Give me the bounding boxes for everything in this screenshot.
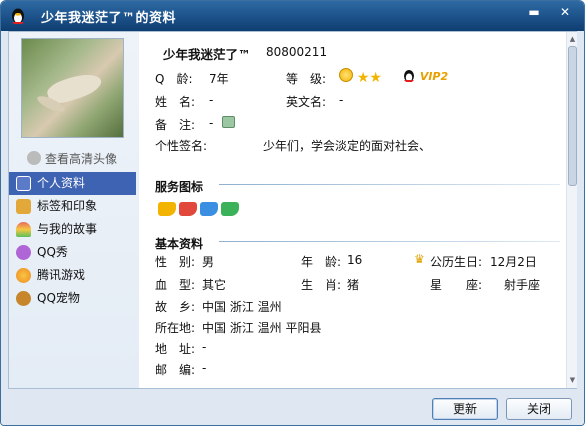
gender-value: 男 [202, 255, 215, 269]
nav-item-label: QQ秀 [37, 245, 68, 259]
english-name-value: - [339, 93, 344, 107]
scroll-down-arrow-icon[interactable]: ▼ [568, 375, 577, 385]
location-value: 中国 浙江 温州 平阳县 [202, 321, 322, 335]
crown-icon: ♛ [414, 252, 425, 266]
title-bar[interactable]: 少年我迷茫了™的资料 ▬ ✕ [1, 1, 584, 31]
address-label: 地 址: [155, 342, 196, 356]
basic-info-heading: 基本资料 [155, 237, 204, 251]
service-badge-icon[interactable] [158, 202, 176, 216]
service-badge-icon[interactable] [221, 202, 239, 216]
vertical-scrollbar[interactable]: ▲ ▼ [566, 32, 577, 388]
rainbow-icon [16, 222, 31, 237]
nav-item-label: 个人资料 [37, 176, 86, 190]
scrollbar-thumb[interactable] [568, 46, 577, 186]
id-card-icon [16, 176, 31, 191]
left-pane: 查看高清头像 个人资料 标签和印象 与我的故事 QQ秀 腾讯游戏 QQ宠物 [9, 32, 139, 388]
english-name-label: 英文名: [286, 95, 327, 109]
vip-badge[interactable]: VIP2 [402, 68, 448, 83]
nav-item-qq-show[interactable]: QQ秀 [9, 241, 136, 264]
sidebar-nav: 个人资料 标签和印象 与我的故事 QQ秀 腾讯游戏 QQ宠物 [9, 172, 136, 310]
name-label: 姓 名: [155, 95, 196, 109]
window-title: 少年我迷茫了™的资料 [41, 11, 177, 26]
zodiac-label: 生 肖: [301, 278, 342, 292]
constellation-value: 射手座 [504, 278, 541, 292]
nav-item-label: 腾讯游戏 [37, 268, 86, 282]
postcode-label: 邮 编: [155, 363, 196, 377]
qage-label: Q 龄: [155, 72, 193, 86]
signature-value: 少年们，学会淡定的面对社会、 [263, 139, 432, 153]
constellation-label: 星 座: [430, 278, 483, 292]
pet-icon [16, 291, 31, 306]
qq-show-icon [16, 245, 31, 260]
nickname: 少年我迷茫了™ [163, 47, 251, 62]
close-button[interactable]: 关闭 [506, 398, 572, 420]
nav-item-label: 标签和印象 [37, 199, 98, 213]
remark-label: 备 注: [155, 118, 196, 132]
age-value: 16 [347, 253, 363, 267]
avatar[interactable] [21, 38, 124, 138]
scroll-up-arrow-icon[interactable]: ▲ [568, 34, 577, 44]
nav-item-games[interactable]: 腾讯游戏 [9, 264, 136, 287]
nav-item-tags[interactable]: 标签和印象 [9, 195, 136, 218]
qq-penguin-icon [12, 8, 24, 24]
edit-remark-icon[interactable] [222, 116, 235, 128]
hometown-label: 故 乡: [155, 300, 196, 314]
section-divider [219, 241, 560, 242]
content-area: 查看高清头像 个人资料 标签和印象 与我的故事 QQ秀 腾讯游戏 QQ宠物 少年… [8, 31, 577, 389]
bottom-bar: 更新 关闭 [1, 390, 584, 425]
sun-level-icon [339, 68, 353, 82]
age-label: 年 龄: [301, 255, 342, 269]
blood-type-label: 血 型: [155, 278, 196, 292]
nav-item-personal-info[interactable]: 个人资料 [9, 172, 136, 195]
refresh-button[interactable]: 更新 [432, 398, 498, 420]
portrait-icon [16, 199, 31, 214]
birthday-value: 12月2日 [490, 255, 537, 269]
nav-item-qq-pet[interactable]: QQ宠物 [9, 287, 136, 310]
nav-item-label: 与我的故事 [37, 222, 98, 236]
service-icons-heading: 服务图标 [155, 180, 204, 194]
remark-value: - [209, 116, 214, 130]
birthday-label: 公历生日: [430, 255, 483, 269]
nav-item-label: QQ宠物 [37, 291, 80, 305]
hometown-value: 中国 浙江 温州 [202, 300, 282, 314]
gender-label: 性 别: [155, 255, 196, 269]
vip-level-text: VIP2 [419, 70, 449, 83]
qage-value: 7年 [209, 72, 229, 86]
star-level-icon: ★ [369, 70, 382, 86]
game-icon [16, 268, 31, 283]
star-level-icon: ★ [356, 70, 370, 86]
profile-main: 少年我迷茫了™ 80800211 Q 龄: 7年 等 级: ★★ VIP2 姓 … [140, 32, 565, 388]
blood-type-value: 其它 [202, 278, 227, 292]
address-value: - [202, 340, 207, 354]
service-badge-icon[interactable] [200, 202, 218, 216]
name-value: - [209, 93, 214, 107]
zodiac-value: 猪 [347, 278, 360, 292]
level-label: 等 级: [286, 72, 327, 86]
level-icons: ★★ [339, 68, 382, 86]
nav-item-story[interactable]: 与我的故事 [9, 218, 136, 241]
hd-avatar-icon [27, 151, 41, 165]
profile-window: 少年我迷茫了™的资料 ▬ ✕ 查看高清头像 个人资料 标签和印象 与我的故事 Q… [0, 0, 585, 426]
location-label: 所在地: [155, 321, 196, 335]
view-hd-avatar-label: 查看高清头像 [45, 152, 118, 166]
signature-label: 个性签名: [155, 139, 208, 153]
postcode-value: - [202, 361, 207, 375]
close-window-button[interactable]: ✕ [554, 4, 576, 21]
qq-penguin-vip-icon [404, 70, 414, 82]
qq-number: 80800211 [266, 45, 328, 59]
minimize-button[interactable]: ▬ [523, 4, 545, 21]
service-badge-icon[interactable] [179, 202, 197, 216]
view-hd-avatar-link[interactable]: 查看高清头像 [27, 150, 117, 167]
section-divider [219, 184, 560, 185]
